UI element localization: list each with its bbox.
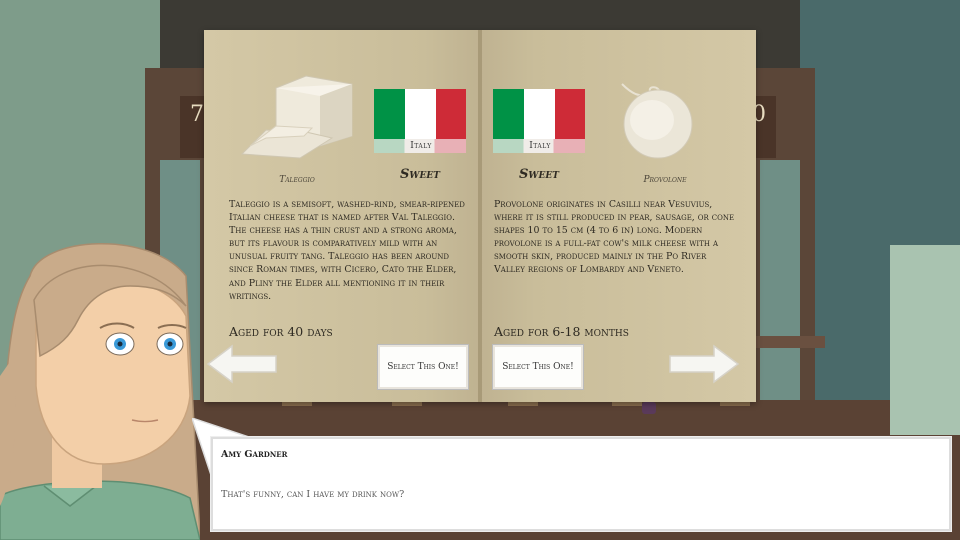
stool — [612, 402, 642, 422]
left-italy-flag: Italy — [374, 89, 466, 153]
select-left-button[interactable]: Select This One! — [377, 344, 469, 390]
right-italy-flag: Italy — [493, 89, 585, 153]
flag-white-band — [524, 89, 555, 139]
right-country-label: Italy — [529, 141, 551, 151]
taleggio-image — [240, 75, 353, 159]
left-description: Taleggio is a semisoft, washed-rind, sme… — [229, 199, 465, 302]
dialogue-text: That's funny, can I have my drink now? — [221, 489, 405, 500]
menu-number-left: 7 — [190, 102, 204, 127]
stool — [392, 402, 422, 422]
right-description: Provolone originates in Casilli near Ves… — [494, 199, 735, 276]
flag-white-band — [405, 89, 436, 139]
right-window — [760, 160, 800, 400]
flag-green-band — [374, 89, 405, 139]
flag-green-band — [493, 89, 524, 139]
speaker-name: Amy Gardner — [221, 449, 288, 460]
right-shelf — [890, 245, 960, 435]
left-country-label: Italy — [410, 141, 432, 151]
dialogue-box[interactable]: Amy Gardner That's funny, can I have my … — [211, 437, 951, 531]
provolone-image — [621, 83, 693, 159]
stool — [282, 402, 312, 422]
right-cheese-name: Provolone — [643, 175, 687, 185]
right-flavor: Sweet — [519, 167, 559, 182]
left-flavor: Sweet — [400, 167, 440, 182]
amy-gardner-portrait — [0, 242, 200, 540]
flag-red-band — [436, 89, 466, 139]
stool — [508, 402, 538, 422]
stool — [720, 402, 750, 422]
arrow-left-icon[interactable] — [206, 344, 278, 384]
bar-counter — [755, 336, 825, 348]
left-cheese-name: Taleggio — [279, 175, 315, 185]
select-right-button[interactable]: Select This One! — [492, 344, 584, 390]
flag-red-band — [555, 89, 585, 139]
customer-figure — [642, 402, 656, 414]
book-spine — [478, 30, 482, 402]
arrow-right-icon[interactable] — [668, 344, 740, 384]
right-aged: Aged for 6-18 months — [494, 324, 629, 339]
left-aged: Aged for 40 days — [229, 324, 333, 339]
